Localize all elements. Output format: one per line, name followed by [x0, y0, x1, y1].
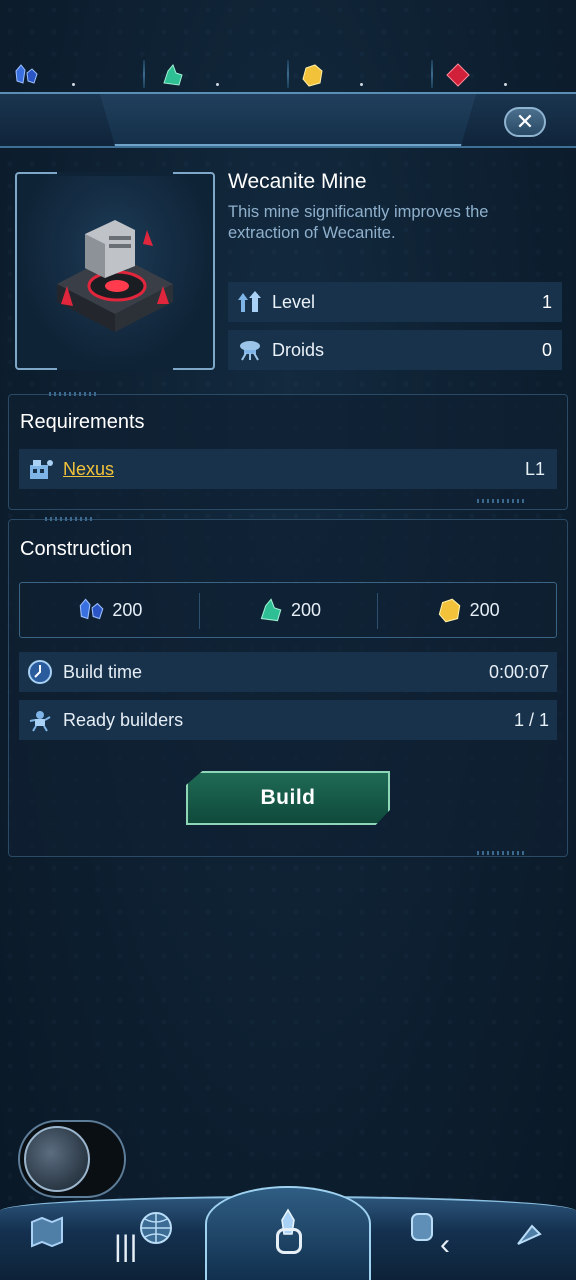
- builders-label: Ready builders: [63, 709, 184, 730]
- globe-icon[interactable]: [136, 1208, 176, 1248]
- cost-amount: 200: [469, 599, 500, 620]
- requirements-heading: Requirements: [20, 411, 145, 433]
- map-icon[interactable]: [26, 1212, 66, 1252]
- droid-icon: [240, 341, 260, 361]
- header-frame: [0, 92, 576, 148]
- requirement-level: L1: [524, 458, 545, 479]
- resource-red[interactable]: [444, 54, 507, 96]
- cost-box: 200 200 200: [19, 582, 557, 638]
- building-image-frame: [15, 172, 215, 370]
- back-button[interactable]: ‹: [440, 1228, 450, 1262]
- level-arrows-icon: [238, 291, 261, 312]
- nexus-link[interactable]: Nexus: [63, 459, 525, 480]
- wecanite-mine-image: [57, 220, 173, 332]
- tools-icon[interactable]: [508, 1212, 548, 1252]
- builders-row: Ready builders 1 / 1: [19, 700, 557, 740]
- resource-wecanite[interactable]: [12, 54, 75, 96]
- stat-droids: Droids 0: [228, 330, 562, 370]
- resource-green[interactable]: [158, 54, 219, 96]
- builder-robot-icon: [29, 711, 51, 732]
- recent-apps-button[interactable]: |||: [114, 1230, 137, 1264]
- build-time-label: Build time: [63, 661, 143, 682]
- building-description: This mine significantly improves the ext…: [228, 203, 489, 242]
- cost-amount: 200: [290, 599, 322, 620]
- build-time-row: Build time 0:00:07: [19, 652, 557, 692]
- clock-icon: [28, 660, 52, 684]
- construction-heading: Construction: [20, 538, 133, 560]
- close-icon: ✕: [515, 109, 535, 134]
- requirements-section: Requirements Nexus L1: [8, 392, 568, 510]
- minimap-toggle[interactable]: [18, 1120, 126, 1198]
- blue-crystal-icon: [80, 598, 104, 620]
- cost-green: 200: [198, 583, 378, 637]
- cost-gold: 200: [377, 583, 556, 637]
- stat-value: 1: [541, 291, 552, 312]
- red-gem-icon: [446, 63, 470, 87]
- requirement-row[interactable]: Nexus L1: [19, 449, 557, 489]
- builders-value: 1 / 1: [513, 709, 549, 730]
- stat-value: 0: [541, 339, 552, 360]
- gold-nugget-icon: [438, 598, 460, 623]
- gold-nugget-icon: [302, 64, 323, 87]
- resource-bar: [0, 54, 576, 96]
- close-button[interactable]: ✕: [504, 107, 546, 137]
- cost-amount: 200: [112, 599, 143, 620]
- cost-wecanite: 200: [20, 583, 199, 637]
- build-button[interactable]: Build: [186, 771, 390, 825]
- green-crystal-icon: [163, 64, 183, 86]
- home-button[interactable]: [276, 1228, 302, 1254]
- nexus-icon: [30, 460, 53, 479]
- stat-label: Droids: [272, 339, 325, 360]
- resource-gold[interactable]: [298, 54, 363, 96]
- build-time-value: 0:00:07: [488, 661, 549, 682]
- green-crystal-icon: [260, 598, 282, 622]
- building-title: Wecanite Mine: [228, 170, 367, 193]
- minimap-thumbnail: [24, 1126, 90, 1192]
- stat-level: Level 1: [228, 282, 562, 322]
- blue-crystal-icon: [15, 64, 38, 84]
- research-icon[interactable]: [402, 1206, 442, 1246]
- stat-label: Level: [272, 291, 316, 312]
